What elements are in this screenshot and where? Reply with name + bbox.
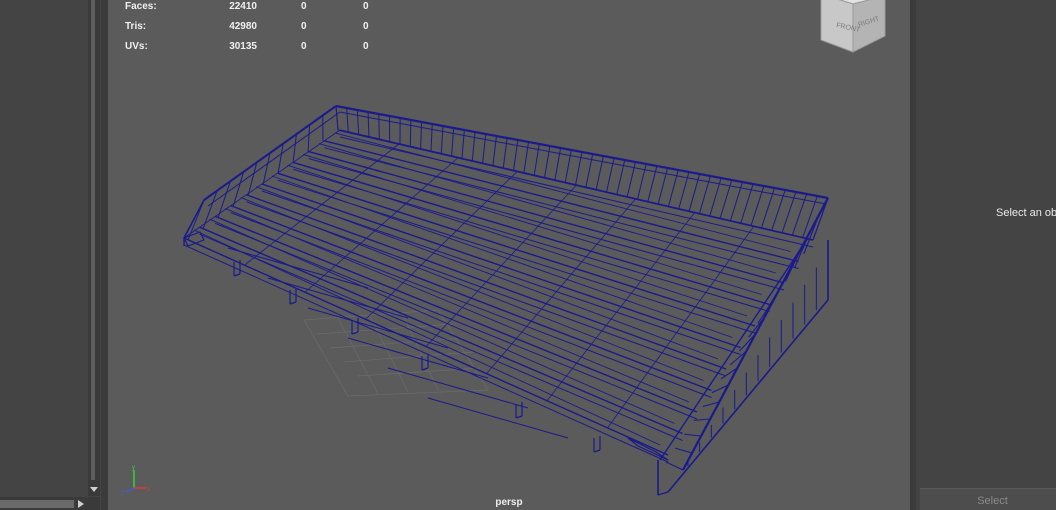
horizontal-scrollbar[interactable] (0, 497, 100, 510)
hud-value: 22410 (229, 1, 257, 12)
empty-selection-message: Select an ob (996, 207, 1056, 219)
scroll-right-arrow-icon[interactable] (78, 500, 84, 508)
scroll-down-arrow-icon[interactable] (88, 484, 100, 496)
hud-label: Tris: (125, 21, 147, 32)
hud-row-tris: Tris: 42980 0 0 (125, 20, 385, 40)
view-cube[interactable]: FRONT RIGHT (813, 0, 893, 56)
select-button[interactable]: Select (920, 488, 1056, 510)
outliner-panel (0, 0, 100, 510)
axis-gizmo: y x z (121, 465, 150, 496)
attribute-editor-panel: Select an ob Select (916, 0, 1056, 510)
scrollbar-track (91, 0, 95, 480)
hud-label: UVs: (125, 41, 148, 52)
hud-row-faces: Faces: 22410 0 0 (125, 0, 385, 20)
hud-value: 0 (301, 1, 307, 12)
hud-value: 0 (301, 21, 307, 32)
hud-value: 30135 (229, 41, 257, 52)
vertical-scrollbar[interactable] (88, 0, 100, 496)
panel-divider[interactable] (101, 0, 108, 510)
hud-value: 0 (301, 41, 307, 52)
hud-row-uvs: UVs: 30135 0 0 (125, 40, 385, 60)
camera-name-label: persp (495, 497, 523, 508)
perspective-viewport[interactable]: Faces: 22410 0 0 Tris: 42980 0 0 UVs: 30… (108, 0, 910, 510)
bleacher-wireframe-model[interactable] (108, 0, 910, 510)
svg-text:z: z (121, 491, 124, 496)
hud-value: 0 (363, 1, 369, 12)
svg-text:x: x (147, 487, 150, 493)
svg-text:y: y (132, 465, 135, 471)
scrollbar-thumb[interactable] (0, 500, 74, 508)
hud-value: 0 (363, 21, 369, 32)
poly-count-hud: Faces: 22410 0 0 Tris: 42980 0 0 UVs: 30… (125, 0, 385, 60)
hud-label: Faces: (125, 1, 157, 12)
hud-value: 0 (363, 41, 369, 52)
bleacher-wireframe (183, 104, 829, 496)
hud-value: 42980 (229, 21, 257, 32)
